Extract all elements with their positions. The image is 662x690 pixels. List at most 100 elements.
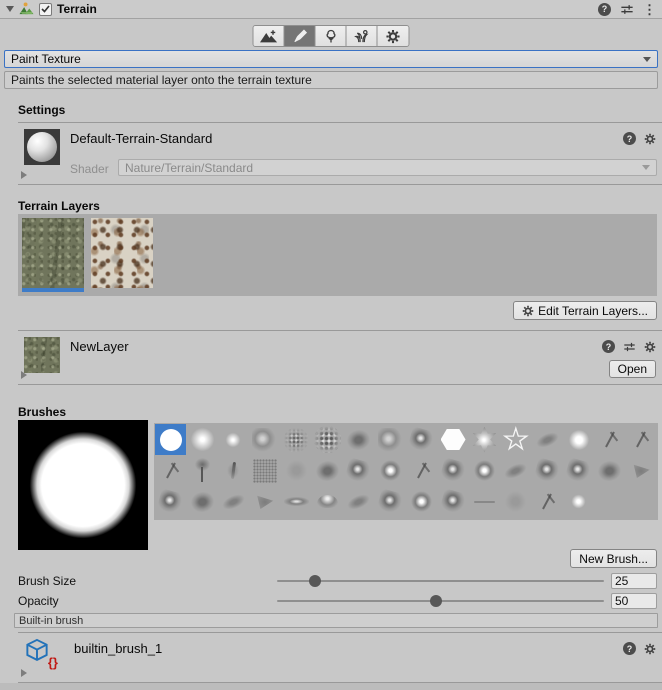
open-button-label: Open [618, 362, 647, 376]
terrain-icon [19, 2, 34, 16]
builtin-brush-name: builtin_brush_1 [74, 641, 162, 656]
brush-burst[interactable] [406, 486, 437, 517]
slider-knob[interactable] [430, 595, 442, 607]
edit-terrain-layers-button[interactable]: Edit Terrain Layers... [513, 301, 657, 320]
brush-preview [18, 420, 148, 550]
brush-noise[interactable] [249, 455, 280, 486]
brush-fern[interactable] [218, 455, 249, 486]
material-box: Default-Terrain-Standard Shader Nature/T… [18, 122, 662, 185]
help-icon[interactable] [598, 3, 611, 16]
brush-star5[interactable] [500, 424, 531, 455]
brush-blob[interactable] [186, 486, 217, 517]
brush-faint[interactable] [281, 455, 312, 486]
material-preview[interactable] [24, 129, 60, 165]
paint-terrain-tool[interactable] [285, 26, 316, 46]
presets-icon[interactable] [620, 3, 634, 16]
help-icon[interactable] [623, 132, 636, 145]
brush-splat[interactable] [532, 455, 563, 486]
chevron-down-icon [642, 165, 650, 170]
brush-wisp[interactable] [500, 455, 531, 486]
paint-details-tool[interactable] [347, 26, 378, 46]
brush-blob[interactable] [312, 455, 343, 486]
selection-bar [22, 288, 84, 292]
opacity-value-field[interactable] [611, 593, 657, 609]
brush-tree[interactable] [186, 455, 217, 486]
opacity-row: Opacity [0, 593, 662, 609]
enabled-checkbox[interactable] [39, 3, 52, 16]
brush-line[interactable] [469, 486, 500, 517]
gear-icon[interactable] [644, 643, 656, 655]
brush-twig[interactable] [594, 424, 625, 455]
create-neighbor-terrains-tool[interactable] [254, 26, 285, 46]
terrain-layer-grass[interactable] [22, 218, 84, 292]
help-icon[interactable] [623, 642, 636, 655]
brush-speckle[interactable] [281, 424, 312, 455]
brush-splat[interactable] [437, 486, 468, 517]
brush-splat[interactable] [563, 455, 594, 486]
terrain-settings-tool[interactable] [378, 26, 409, 46]
foldout-collapsed-icon[interactable] [21, 371, 27, 379]
opacity-slider[interactable] [277, 593, 604, 609]
new-brush-button-label: New Brush... [579, 552, 648, 566]
brush-twig[interactable] [626, 424, 657, 455]
new-layer-thumbnail[interactable] [24, 337, 60, 373]
brush-splat[interactable] [343, 455, 374, 486]
open-button[interactable]: Open [609, 360, 656, 378]
brush-size-value-field[interactable] [611, 573, 657, 589]
scriptable-object-icon[interactable] [24, 638, 54, 668]
brush-twig[interactable] [155, 455, 186, 486]
brushes-section-label: Brushes [18, 405, 66, 419]
brush-soft[interactable] [186, 424, 217, 455]
brush-splat[interactable] [437, 455, 468, 486]
window-bottom-strip [0, 683, 662, 690]
brush-wisp[interactable] [343, 486, 374, 517]
brush-speckle-big[interactable] [312, 424, 343, 455]
terrain-layers-section-label: Terrain Layers [18, 199, 100, 213]
tool-description-text: Paints the selected material layer onto … [11, 73, 312, 87]
brush-solid[interactable] [155, 424, 186, 455]
brush-size-slider[interactable] [277, 573, 604, 589]
gear-icon[interactable] [644, 133, 656, 145]
brush-wisp[interactable] [532, 424, 563, 455]
brush-dot[interactable] [218, 424, 249, 455]
opacity-label: Opacity [18, 594, 59, 608]
kebab-menu-icon[interactable] [643, 3, 656, 16]
help-icon[interactable] [602, 340, 615, 353]
brush-faint[interactable] [500, 486, 531, 517]
brush-twig[interactable] [532, 486, 563, 517]
brush-blob[interactable] [343, 424, 374, 455]
brush-splat[interactable] [406, 424, 437, 455]
new-brush-button[interactable]: New Brush... [570, 549, 657, 568]
presets-icon[interactable] [623, 341, 636, 353]
slider-knob[interactable] [309, 575, 321, 587]
brush-wisp[interactable] [218, 486, 249, 517]
brush-soft-bright[interactable] [563, 424, 594, 455]
brush-size-row: Brush Size [0, 573, 662, 589]
foldout-open-icon[interactable] [6, 6, 14, 12]
brush-streak[interactable] [281, 486, 312, 517]
brush-cloud[interactable] [375, 424, 406, 455]
gear-icon[interactable] [644, 341, 656, 353]
slider-track[interactable] [277, 580, 604, 582]
terrain-layer-rock[interactable] [91, 218, 153, 292]
brush-twig[interactable] [406, 455, 437, 486]
brush-splat[interactable] [155, 486, 186, 517]
brush-star6[interactable] [469, 424, 500, 455]
component-header: Terrain [0, 0, 662, 19]
foldout-collapsed-icon[interactable] [21, 171, 27, 179]
foldout-collapsed-icon[interactable] [21, 669, 27, 677]
brush-cloud[interactable] [249, 424, 280, 455]
brush-soft-dot[interactable] [563, 486, 594, 517]
brush-wedge[interactable] [249, 486, 280, 517]
brush-wedge[interactable] [626, 455, 657, 486]
brush-blob[interactable] [594, 455, 625, 486]
brush-burst[interactable] [375, 455, 406, 486]
brush-hex[interactable] [437, 424, 468, 455]
brush-splat[interactable] [375, 486, 406, 517]
paint-tool-dropdown[interactable]: Paint Texture [4, 50, 658, 68]
paint-trees-tool[interactable] [316, 26, 347, 46]
terrain-inspector: Terrain [0, 0, 662, 690]
terrain-toolbar [253, 25, 410, 47]
brush-arc[interactable] [312, 486, 343, 517]
brush-burst[interactable] [469, 455, 500, 486]
